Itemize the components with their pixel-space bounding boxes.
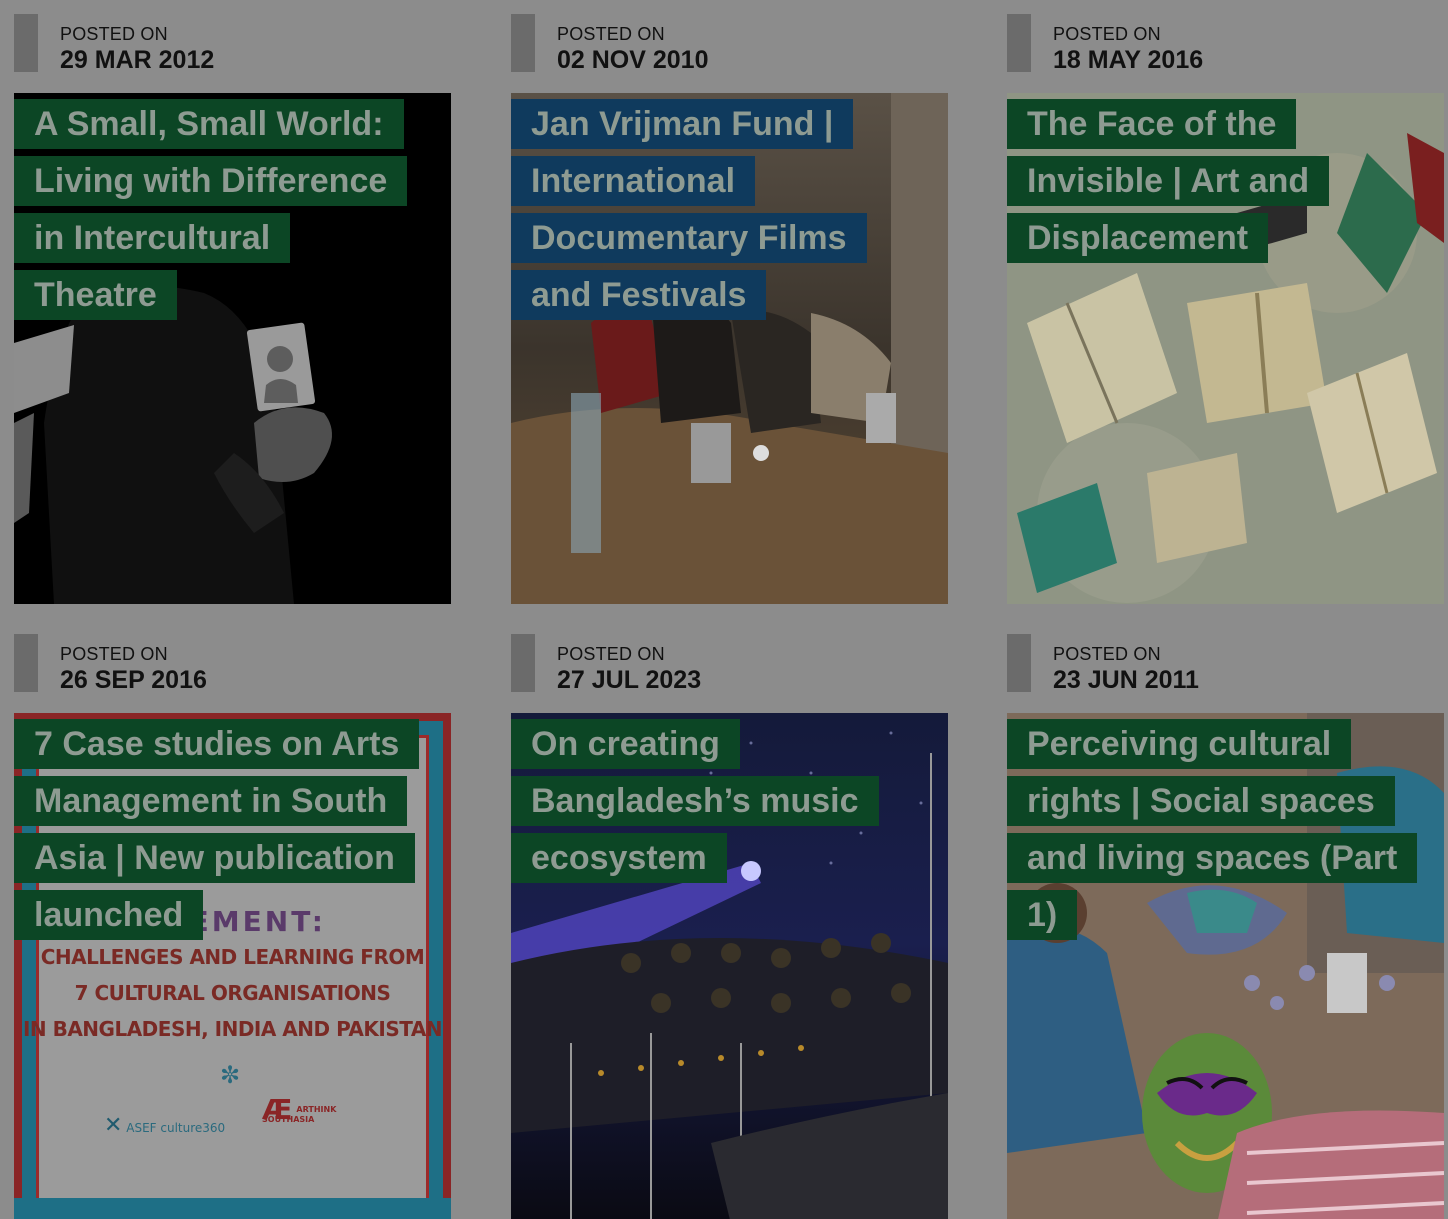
post-date: 02 NOV 2010 (557, 46, 709, 74)
cover-line-3: IN BANGLADESH, INDIA AND PAKISTAN (22, 1017, 443, 1041)
asef-x-icon: ✕ (104, 1113, 123, 1138)
post-date-block: POSTED ON 26 SEP 2016 (14, 634, 451, 694)
post-thumbnail[interactable]: On creating Bangladesh’s music ecosystem (511, 713, 948, 1219)
post-date: 29 MAR 2012 (60, 46, 215, 74)
date-accent-bar (511, 14, 535, 72)
date-accent-bar (1007, 14, 1031, 72)
post-date-block: POSTED ON 29 MAR 2012 (14, 14, 451, 74)
post-thumbnail[interactable]: AGEMENT: CHALLENGES AND LEARNING FROM 7 … (14, 713, 451, 1219)
post-title-wrap: The Face of the Invisible | Art and Disp… (1007, 99, 1337, 270)
post-date-block: POSTED ON 02 NOV 2010 (511, 14, 948, 74)
post-title-wrap: On creating Bangladesh’s music ecosystem (511, 719, 879, 890)
posted-on-label: POSTED ON (1053, 24, 1161, 44)
post-title[interactable]: Perceiving cultural rights | Social spac… (1007, 719, 1418, 940)
cover-line-1: CHALLENGES AND LEARNING FROM (40, 945, 425, 969)
post-date-block: POSTED ON 27 JUL 2023 (511, 634, 948, 694)
cover-line-2: 7 CULTURAL ORGANISATIONS (74, 981, 391, 1005)
post-date: 18 MAY 2016 (1053, 46, 1204, 74)
post-title[interactable]: Jan Vrijman Fund | International Documen… (511, 99, 867, 320)
date-accent-bar (14, 14, 38, 72)
arthink-logo: Æ ARTHINK SOUTHASIA (262, 1093, 372, 1126)
post-thumbnail[interactable]: A Small, Small World: Living with Differ… (14, 93, 451, 604)
post-title[interactable]: A Small, Small World: Living with Differ… (14, 99, 408, 320)
post-thumbnail[interactable]: Jan Vrijman Fund | International Documen… (511, 93, 948, 604)
post-date: 26 SEP 2016 (60, 666, 207, 694)
post-card[interactable]: POSTED ON 18 MAY 2016 The Face of the In… (1007, 14, 1444, 604)
post-title[interactable]: 7 Case studies on Arts Management in Sou… (14, 719, 420, 940)
arthink-mark-icon: Æ (262, 1093, 293, 1126)
post-card[interactable]: POSTED ON 23 JUN 2011 Perceiving cultura… (1007, 634, 1444, 1219)
post-title-wrap: Jan Vrijman Fund | International Documen… (511, 99, 911, 327)
asef-logo: ✕ ASEF culture360 (104, 1113, 225, 1138)
flower-ornament-icon: ✼ (220, 1062, 241, 1089)
post-title-wrap: A Small, Small World: Living with Differ… (14, 99, 414, 327)
post-date-block: POSTED ON 18 MAY 2016 (1007, 14, 1444, 74)
posted-on-label: POSTED ON (557, 644, 665, 664)
post-title[interactable]: The Face of the Invisible | Art and Disp… (1007, 99, 1330, 263)
date-accent-bar (511, 634, 535, 692)
post-card[interactable]: POSTED ON 02 NOV 2010 Jan Vrijman Fund |… (511, 14, 948, 604)
asef-logo-text: ASEF culture360 (126, 1121, 226, 1135)
post-card[interactable]: POSTED ON 29 MAR 2012 A Small, Small Wor… (14, 14, 451, 604)
post-date: 27 JUL 2023 (557, 666, 702, 694)
post-date-block: POSTED ON 23 JUN 2011 (1007, 634, 1444, 694)
date-accent-bar (1007, 634, 1031, 692)
date-accent-bar (14, 634, 38, 692)
post-thumbnail[interactable]: Perceiving cultural rights | Social spac… (1007, 713, 1444, 1219)
posted-on-label: POSTED ON (557, 24, 665, 44)
post-card[interactable]: POSTED ON 27 JUL 2023 On creating Bangla… (511, 634, 948, 1219)
post-title[interactable]: On creating Bangladesh’s music ecosystem (511, 719, 879, 883)
posted-on-label: POSTED ON (60, 644, 168, 664)
post-title-wrap: Perceiving cultural rights | Social spac… (1007, 719, 1418, 947)
post-title-wrap: 7 Case studies on Arts Management in Sou… (14, 719, 434, 947)
post-date: 23 JUN 2011 (1053, 666, 1199, 694)
posted-on-label: POSTED ON (1053, 644, 1161, 664)
post-thumbnail[interactable]: The Face of the Invisible | Art and Disp… (1007, 93, 1444, 604)
post-card[interactable]: POSTED ON 26 SEP 2016 AGEMENT: CHALLENGE… (14, 634, 451, 1219)
posted-on-label: POSTED ON (60, 24, 168, 44)
